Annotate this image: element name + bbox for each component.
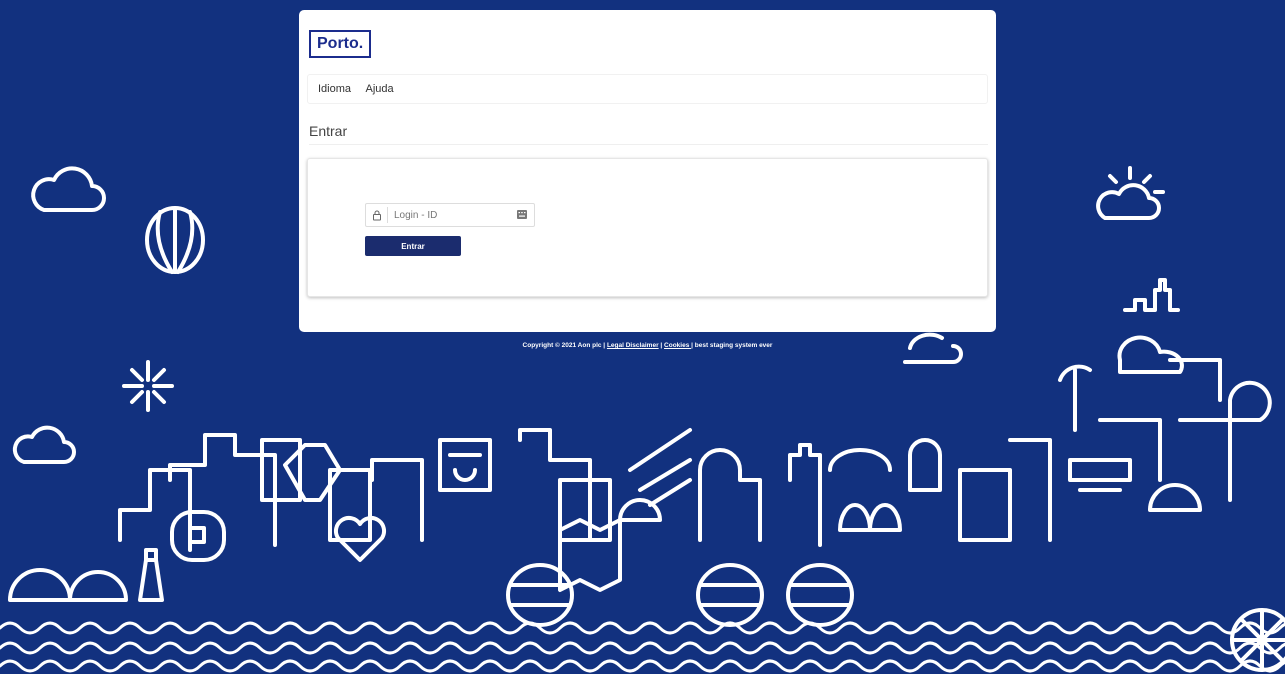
buildings bbox=[118, 335, 1272, 552]
barrel-icon bbox=[506, 563, 574, 627]
sparkle-icon bbox=[122, 360, 174, 412]
lighthouse-icon bbox=[138, 548, 164, 602]
nav-item-ajuda[interactable]: Ajuda bbox=[365, 83, 393, 95]
church-icon bbox=[1123, 278, 1180, 312]
lock-icon bbox=[373, 210, 381, 221]
footer-copyright: Copyright © 2021 Aon plc | bbox=[522, 342, 607, 349]
cookies-link[interactable]: Cookies bbox=[664, 342, 691, 349]
cloud-icon bbox=[31, 166, 106, 212]
entrar-button[interactable]: Entrar bbox=[365, 236, 461, 256]
sun-cloud-icon bbox=[1096, 166, 1165, 220]
login-field bbox=[365, 203, 535, 227]
title-divider bbox=[309, 144, 988, 145]
porto-logo[interactable]: Porto. bbox=[309, 30, 372, 58]
top-nav: Idioma Ajuda bbox=[307, 74, 988, 104]
barrel-icon bbox=[786, 563, 854, 627]
footer: Copyright © 2021 Aon plc | Legal Disclai… bbox=[299, 342, 996, 349]
input-divider bbox=[387, 207, 388, 223]
footer-suffix: | best staging system ever bbox=[691, 342, 773, 349]
login-id-input[interactable] bbox=[390, 206, 518, 224]
legal-disclaimer-link[interactable]: Legal Disclaimer bbox=[607, 342, 659, 349]
login-card: Porto. Idioma Ajuda Entrar Entrar bbox=[299, 10, 996, 332]
keyboard-icon[interactable] bbox=[517, 210, 527, 219]
page-title: Entrar bbox=[309, 123, 348, 139]
umbrella-icon bbox=[8, 568, 128, 602]
nav-item-idioma[interactable]: Idioma bbox=[318, 83, 351, 95]
barrel-icon bbox=[696, 563, 764, 627]
cloud-icon bbox=[12, 425, 76, 464]
login-panel: Entrar bbox=[307, 158, 988, 297]
square-sign-icon bbox=[170, 510, 226, 562]
river-waves bbox=[0, 621, 1285, 673]
